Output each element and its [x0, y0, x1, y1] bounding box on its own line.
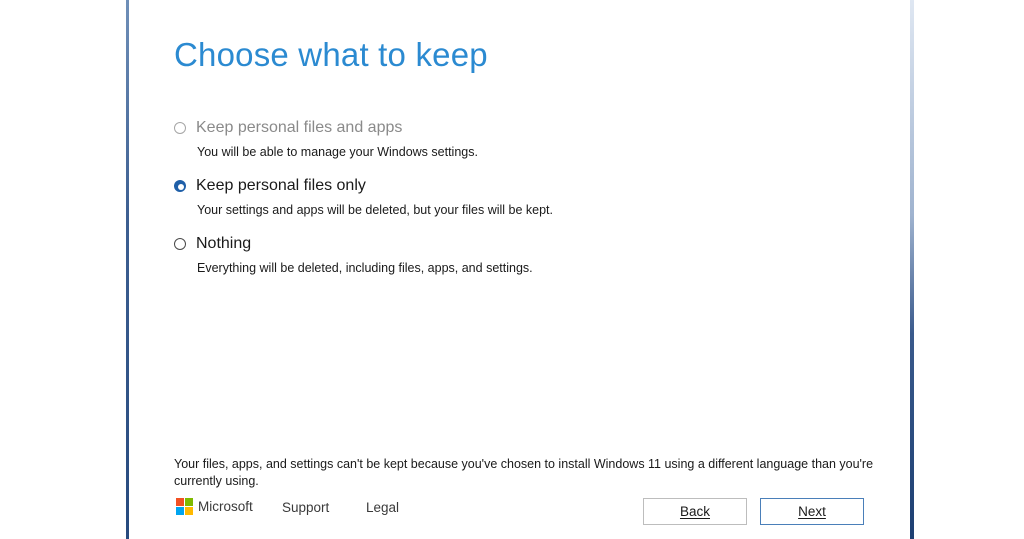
option-label[interactable]: Nothing [196, 235, 251, 253]
window-right-edge [910, 0, 914, 539]
language-notice: Your files, apps, and settings can't be … [174, 457, 874, 488]
option-description: You will be able to manage your Windows … [197, 145, 478, 159]
radio-keep-files-and-apps [174, 122, 186, 134]
radio-keep-files-only[interactable] [174, 180, 186, 192]
option-description: Your settings and apps will be deleted, … [197, 203, 553, 217]
radio-nothing[interactable] [174, 238, 186, 250]
next-button[interactable]: Next [760, 498, 864, 525]
windows-logo-icon [176, 498, 193, 515]
microsoft-logo: Microsoft [176, 498, 253, 515]
option-description: Everything will be deleted, including fi… [197, 261, 533, 275]
brand-name: Microsoft [198, 499, 253, 514]
option-keep-files-and-apps: Keep personal files and apps You will be… [174, 119, 478, 159]
option-label[interactable]: Keep personal files only [196, 177, 366, 195]
page-title: Choose what to keep [174, 36, 488, 74]
window-left-edge [126, 0, 129, 539]
legal-link[interactable]: Legal [366, 500, 399, 515]
support-link[interactable]: Support [282, 500, 329, 515]
option-nothing[interactable]: Nothing Everything will be deleted, incl… [174, 235, 533, 275]
back-button[interactable]: Back [643, 498, 747, 525]
option-label: Keep personal files and apps [196, 119, 403, 136]
option-keep-files-only[interactable]: Keep personal files only Your settings a… [174, 177, 553, 217]
